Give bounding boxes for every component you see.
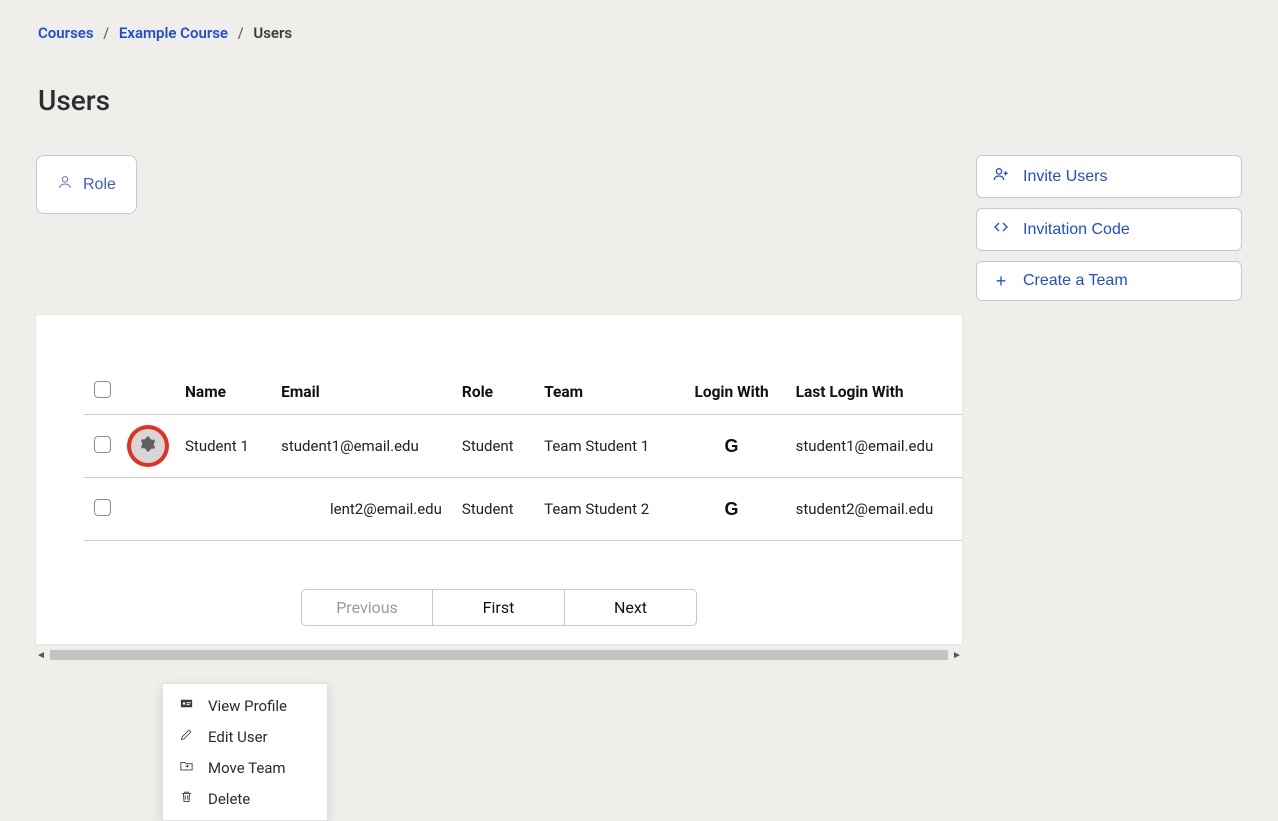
menu-view-profile-label: View Profile bbox=[208, 697, 287, 715]
cell-last-login: student1@email.edu bbox=[786, 415, 962, 478]
role-filter-label: Role bbox=[83, 176, 116, 194]
table-row: Student 1 student1@email.edu Student Tea… bbox=[84, 415, 962, 478]
users-table: Name Email Role Team Login With Last Log… bbox=[84, 371, 962, 541]
breadcrumb-course[interactable]: Example Course bbox=[119, 24, 228, 42]
person-icon bbox=[57, 174, 73, 195]
right-actions: Invite Users Invitation Code + Create a … bbox=[976, 155, 1242, 301]
col-name: Name bbox=[175, 371, 271, 415]
cell-role: Student bbox=[452, 415, 534, 478]
scroll-left-arrow-icon[interactable]: ◄ bbox=[36, 650, 46, 661]
pagination-first[interactable]: First bbox=[433, 589, 565, 626]
menu-delete[interactable]: Delete bbox=[163, 783, 327, 814]
breadcrumb-current: Users bbox=[253, 24, 292, 42]
pencil-icon bbox=[179, 727, 194, 746]
breadcrumb-sep: / bbox=[103, 24, 109, 42]
row-checkbox[interactable] bbox=[94, 499, 111, 516]
col-email: Email bbox=[271, 371, 452, 415]
breadcrumb-sep: / bbox=[238, 24, 244, 42]
role-filter-button[interactable]: Role bbox=[36, 155, 137, 214]
horizontal-scrollbar[interactable]: ◄ ► bbox=[36, 648, 962, 662]
create-team-button[interactable]: + Create a Team bbox=[976, 261, 1242, 301]
pagination-next[interactable]: Next bbox=[565, 589, 697, 626]
id-card-icon bbox=[179, 696, 194, 715]
select-all-header bbox=[84, 371, 121, 415]
menu-move-team[interactable]: Move Team bbox=[163, 752, 327, 783]
menu-delete-label: Delete bbox=[208, 790, 250, 808]
cell-name: Student 1 bbox=[175, 415, 271, 478]
row-checkbox[interactable] bbox=[94, 436, 111, 453]
pagination: Previous First Next bbox=[36, 589, 962, 626]
col-last-login-with: Last Login With bbox=[786, 371, 962, 415]
create-team-label: Create a Team bbox=[1023, 272, 1128, 290]
table-row: Student 2 lent2@email.edu Student Team S… bbox=[84, 478, 962, 541]
row-actions-menu: View Profile Edit User Move Team Delete bbox=[162, 683, 328, 821]
select-all-checkbox[interactable] bbox=[94, 381, 111, 398]
google-icon: G bbox=[725, 499, 739, 519]
menu-edit-user[interactable]: Edit User bbox=[163, 721, 327, 752]
scrollbar-track[interactable] bbox=[50, 650, 948, 660]
gear-icon bbox=[140, 436, 156, 456]
actions-col-header bbox=[121, 371, 175, 415]
scroll-right-arrow-icon[interactable]: ► bbox=[952, 650, 962, 661]
cell-team: Team Student 1 bbox=[534, 415, 677, 478]
breadcrumb-courses[interactable]: Courses bbox=[38, 24, 94, 42]
cell-role: Student bbox=[452, 478, 534, 541]
menu-move-team-label: Move Team bbox=[208, 759, 286, 777]
trash-icon bbox=[179, 789, 194, 808]
content-frame: Name Email Role Team Login With Last Log… bbox=[36, 315, 962, 662]
cell-email: lent2@email.edu bbox=[271, 478, 452, 541]
invitation-code-label: Invitation Code bbox=[1023, 221, 1130, 239]
pagination-previous[interactable]: Previous bbox=[301, 589, 433, 626]
invite-users-label: Invite Users bbox=[1023, 168, 1107, 186]
col-team: Team bbox=[534, 371, 677, 415]
plus-icon: + bbox=[993, 272, 1009, 290]
invitation-code-button[interactable]: Invitation Code bbox=[976, 208, 1242, 251]
invite-users-button[interactable]: Invite Users bbox=[976, 155, 1242, 198]
menu-edit-user-label: Edit User bbox=[208, 728, 268, 746]
google-icon: G bbox=[725, 436, 739, 456]
row-actions-button[interactable] bbox=[131, 492, 165, 526]
users-panel: Name Email Role Team Login With Last Log… bbox=[36, 315, 962, 644]
row-actions-button[interactable] bbox=[131, 429, 165, 463]
breadcrumb: Courses / Example Course / Users bbox=[38, 24, 1242, 42]
page-title: Users bbox=[38, 84, 1242, 117]
col-login-with: Login With bbox=[678, 371, 786, 415]
folder-move-icon bbox=[179, 758, 194, 777]
gear-icon bbox=[140, 499, 156, 519]
cell-last-login: student2@email.edu bbox=[786, 478, 962, 541]
code-icon bbox=[993, 219, 1009, 240]
person-plus-icon bbox=[993, 166, 1009, 187]
menu-view-profile[interactable]: View Profile bbox=[163, 690, 327, 721]
col-role: Role bbox=[452, 371, 534, 415]
cell-team: Team Student 2 bbox=[534, 478, 677, 541]
cell-email: student1@email.edu bbox=[271, 415, 452, 478]
